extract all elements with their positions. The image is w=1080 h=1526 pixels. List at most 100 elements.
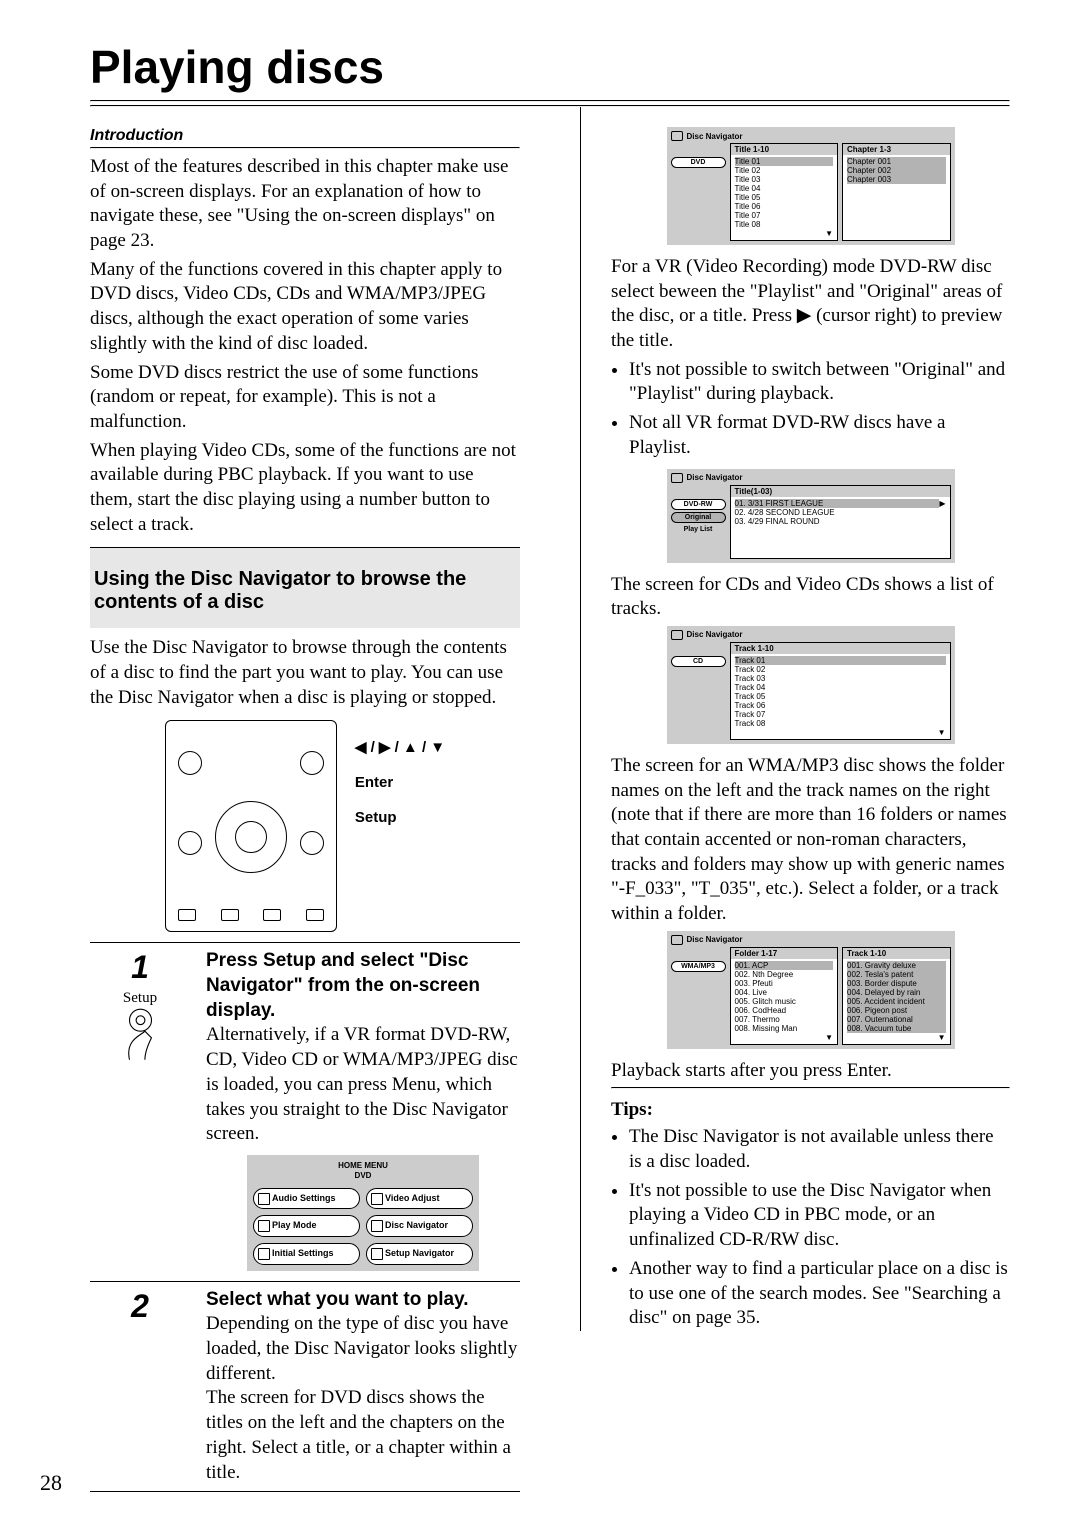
osd-mp3-navigator: Disc Navigator WMA/MP3 Folder 1-17 001. …	[667, 931, 955, 1049]
step-number: 1 Setup	[90, 949, 190, 1274]
bullet-item: The Disc Navigator is not available unle…	[629, 1125, 1010, 1174]
list-item: 03. 4/29 FINAL ROUND	[735, 517, 946, 526]
setup-icon-label: Setup	[123, 990, 157, 1007]
list-item: Chapter 001	[847, 157, 946, 166]
list-item: Track 02	[735, 665, 946, 674]
titles-box: Title(1-03) 01. 3/31 FIRST LEAGUE▶ 02. 4…	[730, 485, 951, 559]
list-item: Title 05	[735, 193, 834, 202]
home-menu-item: Audio Settings	[253, 1188, 360, 1210]
vr-paragraph: For a VR (Video Recording) mode DVD-RW d…	[611, 255, 1010, 354]
list-item: 005. Accident incident	[847, 997, 946, 1006]
list-item: 004. Delayed by rain	[847, 988, 946, 997]
list-item: 003. Border dispute	[847, 979, 946, 988]
intro-paragraph: Many of the functions covered in this ch…	[90, 258, 520, 357]
osd-header: Disc Navigator	[671, 630, 951, 640]
list-item: 005. Glitch music	[735, 997, 834, 1006]
cd-paragraph: The screen for CDs and Video CDs shows a…	[611, 573, 1010, 622]
list-item: 007. Outernational	[847, 1015, 946, 1024]
step-number: 2	[90, 1288, 190, 1486]
playback-paragraph: Playback starts after you press Enter.	[611, 1059, 1010, 1084]
list-item: 006. Pigeon post	[847, 1006, 946, 1015]
list-item: 008. Missing Man	[735, 1024, 834, 1033]
step-2-body: Depending on the type of disc you have l…	[206, 1312, 520, 1386]
titles-box: Title 1-10 Title 01 Title 02 Title 03 Ti…	[730, 143, 839, 241]
intro-paragraph: Some DVD discs restrict the use of some …	[90, 361, 520, 435]
disc-type-tag: CD	[671, 656, 726, 667]
step-number-text: 2	[131, 1288, 149, 1325]
tab-original: Original	[671, 512, 726, 523]
list-item: 02. 4/28 SECOND LEAGUE	[735, 508, 946, 517]
arrows-label: ◀ / ▶ / ▲ / ▼	[355, 738, 445, 756]
tracks-box: Track 1-10 Track 01 Track 02 Track 03 Tr…	[730, 642, 951, 740]
remote-control-diagram	[165, 720, 337, 932]
remote-labels: ◀ / ▶ / ▲ / ▼ Enter Setup	[355, 720, 445, 844]
list-item: Title 04	[735, 184, 834, 193]
step-1: 1 Setup Press Setup and select "Disc Nav…	[90, 942, 520, 1274]
setup-label: Setup	[355, 809, 445, 826]
column-head: Track 1-10	[731, 643, 950, 654]
list-item: Title 03	[735, 175, 834, 184]
home-menu-item: Setup Navigator	[366, 1243, 473, 1265]
step-1-body: Alternatively, if a VR format DVD-RW, CD…	[206, 1023, 520, 1146]
list-item: Title 02	[735, 166, 834, 175]
intro-paragraph: Most of the features described in this c…	[90, 155, 520, 254]
home-menu-item: Play Mode	[253, 1215, 360, 1237]
home-menu-item: Video Adjust	[366, 1188, 473, 1210]
intro-rule	[90, 147, 520, 149]
bullet-item: Not all VR format DVD-RW discs have a Pl…	[629, 411, 1010, 460]
disc-type-tag: WMA/MP3	[671, 961, 726, 972]
folders-box: Folder 1-17 001. ACP 002. Nth Degree 003…	[730, 947, 839, 1045]
list-item: 01. 3/31 FIRST LEAGUE	[735, 499, 940, 508]
mp3-paragraph: The screen for an WMA/MP3 disc shows the…	[611, 754, 1010, 927]
press-button-icon	[118, 1007, 163, 1062]
right-rule	[611, 1087, 1010, 1089]
column-head: Chapter 1-3	[843, 144, 950, 155]
column-head: Track 1-10	[843, 948, 950, 959]
column-head: Folder 1-17	[731, 948, 838, 959]
list-item: 002. Tesla's patent	[847, 970, 946, 979]
osd-cd-navigator: Disc Navigator CD Track 1-10 Track 01 Tr…	[667, 626, 955, 744]
bullet-item: Another way to find a particular place o…	[629, 1257, 1010, 1331]
intro-heading: Introduction	[90, 127, 520, 145]
home-menu-title: HOME MENU	[338, 1161, 388, 1170]
list-item: 001. ACP	[735, 961, 834, 970]
column-head: Title 1-10	[731, 144, 838, 155]
vr-bullets: It's not possible to switch between "Ori…	[629, 358, 1010, 461]
scroll-icon: ▼	[735, 229, 834, 238]
list-item: 007. Thermo	[735, 1015, 834, 1024]
home-menu-item: Initial Settings	[253, 1243, 360, 1265]
disc-type-tag: DVD	[671, 157, 726, 168]
osd-header: Disc Navigator	[671, 473, 951, 483]
list-item: Track 08	[735, 719, 946, 728]
step-number-text: 1	[131, 949, 149, 986]
list-item: Chapter 002	[847, 166, 946, 175]
list-item: Title 01	[735, 157, 834, 166]
list-item: Track 06	[735, 701, 946, 710]
list-item: Track 07	[735, 710, 946, 719]
step-1-title: Press Setup and select "Disc Navigator" …	[206, 950, 480, 1020]
step-2: 2 Select what you want to play. Dependin…	[90, 1281, 520, 1493]
remote-figure: ◀ / ▶ / ▲ / ▼ Enter Setup	[90, 720, 520, 932]
section-heading: Using the Disc Navigator to browse the c…	[94, 568, 514, 614]
list-item: Track 03	[735, 674, 946, 683]
home-menu-item: Disc Navigator	[366, 1215, 473, 1237]
list-item: 002. Nth Degree	[735, 970, 834, 979]
chapters-box: Chapter 1-3 Chapter 001 Chapter 002 Chap…	[842, 143, 951, 241]
list-item: 004. Live	[735, 988, 834, 997]
home-menu-osd: HOME MENU DVD Audio Settings Video Adjus…	[247, 1155, 479, 1271]
enter-label: Enter	[355, 774, 445, 791]
tracks-box: Track 1-10 001. Gravity deluxe 002. Tesl…	[842, 947, 951, 1045]
list-item: Title 06	[735, 202, 834, 211]
tips-bullets: The Disc Navigator is not available unle…	[629, 1125, 1010, 1331]
osd-dvd-navigator: Disc Navigator DVD Title 1-10 Title 01 T…	[667, 127, 955, 245]
disc-type-tag: DVD-RW	[671, 499, 726, 510]
preview-icon: ▶	[939, 499, 945, 508]
osd-dvdrw-navigator: Disc Navigator DVD-RW Original Play List…	[667, 469, 955, 563]
list-item: Title 07	[735, 211, 834, 220]
intro-paragraph: When playing Video CDs, some of the func…	[90, 439, 520, 538]
list-item: 001. Gravity deluxe	[847, 961, 946, 970]
home-menu-sub: DVD	[355, 1171, 372, 1180]
list-item: 006. CodHead	[735, 1006, 834, 1015]
step-2-body: The screen for DVD discs shows the title…	[206, 1386, 520, 1485]
osd-header: Disc Navigator	[671, 131, 951, 141]
